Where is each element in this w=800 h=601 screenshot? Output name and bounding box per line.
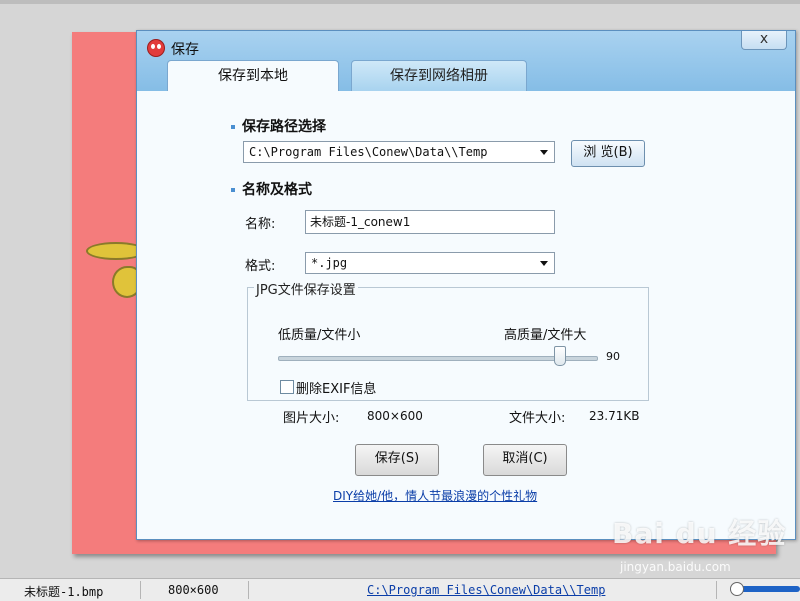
bullet-icon [231,125,235,129]
low-quality-label: 低质量/文件小 [278,328,361,343]
status-dimensions: 800×600 [168,583,219,597]
chevron-down-icon[interactable] [540,261,548,266]
baidu-jingyan-watermark: Bai du 经验 jingyan.baidu.com [612,512,787,574]
tab-save-local[interactable]: 保存到本地 [167,60,339,91]
status-filename: 未标题-1.bmp [24,585,104,599]
close-button[interactable]: x [741,31,787,50]
chevron-down-icon[interactable] [540,150,548,155]
status-bar: 未标题-1.bmp 800×600 C:\Program Files\Conew… [0,578,800,601]
tab-save-online-album[interactable]: 保存到网络相册 [351,60,527,91]
remove-exif-label[interactable]: 删除EXIF信息 [296,378,376,397]
watermark-url: jingyan.baidu.com [620,560,731,574]
file-size-value: 23.71KB [589,409,640,423]
file-size-label: 文件大小: [509,411,566,426]
status-divider [140,581,141,599]
format-dropdown[interactable]: *.jpg [305,252,555,274]
app-logo-icon [147,39,165,57]
high-quality-label: 高质量/文件大 [504,328,587,343]
status-divider [248,581,249,599]
remove-exif-checkbox[interactable] [280,380,294,394]
jpg-settings-title: JPG文件保存设置 [254,279,358,298]
filename-input[interactable]: 未标题-1_conew1 [305,210,555,234]
format-label: 格式: [245,259,276,274]
jpg-settings-group: JPG文件保存设置 低质量/文件小 高质量/文件大 90 删除EXIF信息 [247,279,649,401]
image-size-label: 图片大小: [283,411,340,426]
quality-slider-track[interactable] [278,356,598,361]
save-path-value: C:\Program Files\Conew\Data\\Temp [249,145,488,159]
save-path-dropdown[interactable]: C:\Program Files\Conew\Data\\Temp [243,141,555,163]
path-section-title: 保存路径选择 [231,116,326,136]
zoom-slider-thumb[interactable] [730,582,744,596]
save-dialog: 保存 x 保存到本地 保存到网络相册 保存路径选择 C:\Program Fil… [136,30,796,540]
status-path-link[interactable]: C:\Program Files\Conew\Data\\Temp [367,583,605,597]
dialog-title: 保存 [171,42,199,58]
browse-button[interactable]: 浏 览(B) [571,140,645,167]
name-label: 名称: [245,217,276,232]
format-value: *.jpg [311,256,348,270]
dialog-titlebar: 保存 x 保存到本地 保存到网络相册 [137,31,795,91]
quality-value: 90 [606,350,620,363]
save-button[interactable]: 保存(S) [355,444,439,476]
watermark-logo: Bai du 经验 [612,517,787,550]
bullet-icon [231,188,235,192]
cancel-button[interactable]: 取消(C) [483,444,567,476]
image-size-value: 800×600 [367,409,423,423]
status-divider [716,581,717,599]
name-section-title: 名称及格式 [231,179,312,199]
promo-link[interactable]: DIY给她/他，情人节最浪漫的个性礼物 [333,487,537,504]
quality-slider-thumb[interactable] [554,346,566,366]
